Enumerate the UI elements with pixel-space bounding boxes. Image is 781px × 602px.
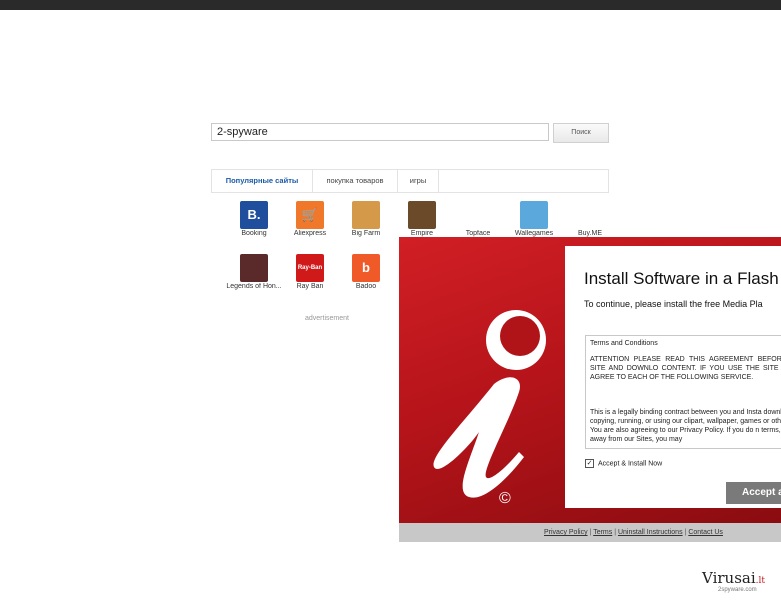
tab-games[interactable]: игры [398, 170, 439, 192]
site-tile[interactable]: 🛒 Aliexpress [282, 201, 338, 247]
advertisement-label: advertisement [305, 315, 349, 322]
search-input[interactable]: 2-spyware [211, 123, 549, 141]
tab-popular-sites[interactable]: Популярные сайты [212, 170, 313, 192]
terms-link[interactable]: Terms [593, 529, 612, 536]
terms-title: Terms and Conditions [590, 340, 658, 347]
popup-subtitle: To continue, please install the free Med… [584, 299, 763, 309]
terms-paragraph-1: ATTENTION PLEASE READ THIS AGREEMENT BEF… [590, 356, 781, 381]
popup-footer: Privacy Policy | Terms | Uninstall Instr… [399, 523, 781, 542]
install-panel: Install Software in a Flash To continue,… [565, 246, 781, 508]
site-tile-icon [520, 201, 548, 229]
site-tile[interactable]: b Badoo [338, 254, 394, 300]
uninstall-instructions-link[interactable]: Uninstall Instructions [618, 529, 683, 536]
copyright-mark: © [499, 490, 511, 507]
watermark-logo: Virusai.lt [702, 569, 765, 587]
site-tile[interactable]: Big Farm [338, 201, 394, 247]
contact-us-link[interactable]: Contact Us [688, 529, 723, 536]
site-tile-icon [576, 201, 604, 229]
site-tile-icon [352, 201, 380, 229]
category-tabs: Популярные сайты покупка товаров игры [211, 169, 609, 193]
popup-title: Install Software in a Flash [584, 269, 779, 288]
tab-shopping[interactable]: покупка товаров [313, 170, 398, 192]
accept-checkbox-label: Accept & Install Now [598, 460, 663, 468]
install-popup: © Install Software in a Flash To continu… [399, 237, 781, 542]
site-tile-icon: B. [240, 201, 268, 229]
accept-install-button[interactable]: Accept a [726, 482, 781, 504]
search-button[interactable]: Поиск [553, 123, 609, 143]
site-tile-icon: Ray-Ban [296, 254, 324, 282]
watermark-sub: 2spyware.com [718, 587, 757, 593]
site-tile-icon [464, 201, 492, 229]
site-tile[interactable]: B. Booking [226, 201, 282, 247]
accept-checkbox-row[interactable]: ✓ Accept & Install Now [585, 459, 662, 468]
site-tile-label: Buy.ME [578, 230, 602, 237]
info-i-logo-icon [433, 310, 546, 498]
site-tile-icon [240, 254, 268, 282]
terms-paragraph-2: This is a legally binding contract betwe… [590, 409, 781, 443]
top-bar [0, 0, 781, 10]
site-tile[interactable]: Legends of Hon... [226, 254, 282, 300]
privacy-policy-link[interactable]: Privacy Policy [544, 529, 588, 536]
terms-box[interactable]: Terms and Conditions ATTENTION PLEASE RE… [585, 335, 781, 449]
site-tile-icon: 🛒 [296, 201, 324, 229]
site-tile-icon: b [352, 254, 380, 282]
checkbox-checked-icon[interactable]: ✓ [585, 459, 594, 468]
site-tile[interactable]: Ray-Ban Ray Ban [282, 254, 338, 300]
site-tile-icon [408, 201, 436, 229]
